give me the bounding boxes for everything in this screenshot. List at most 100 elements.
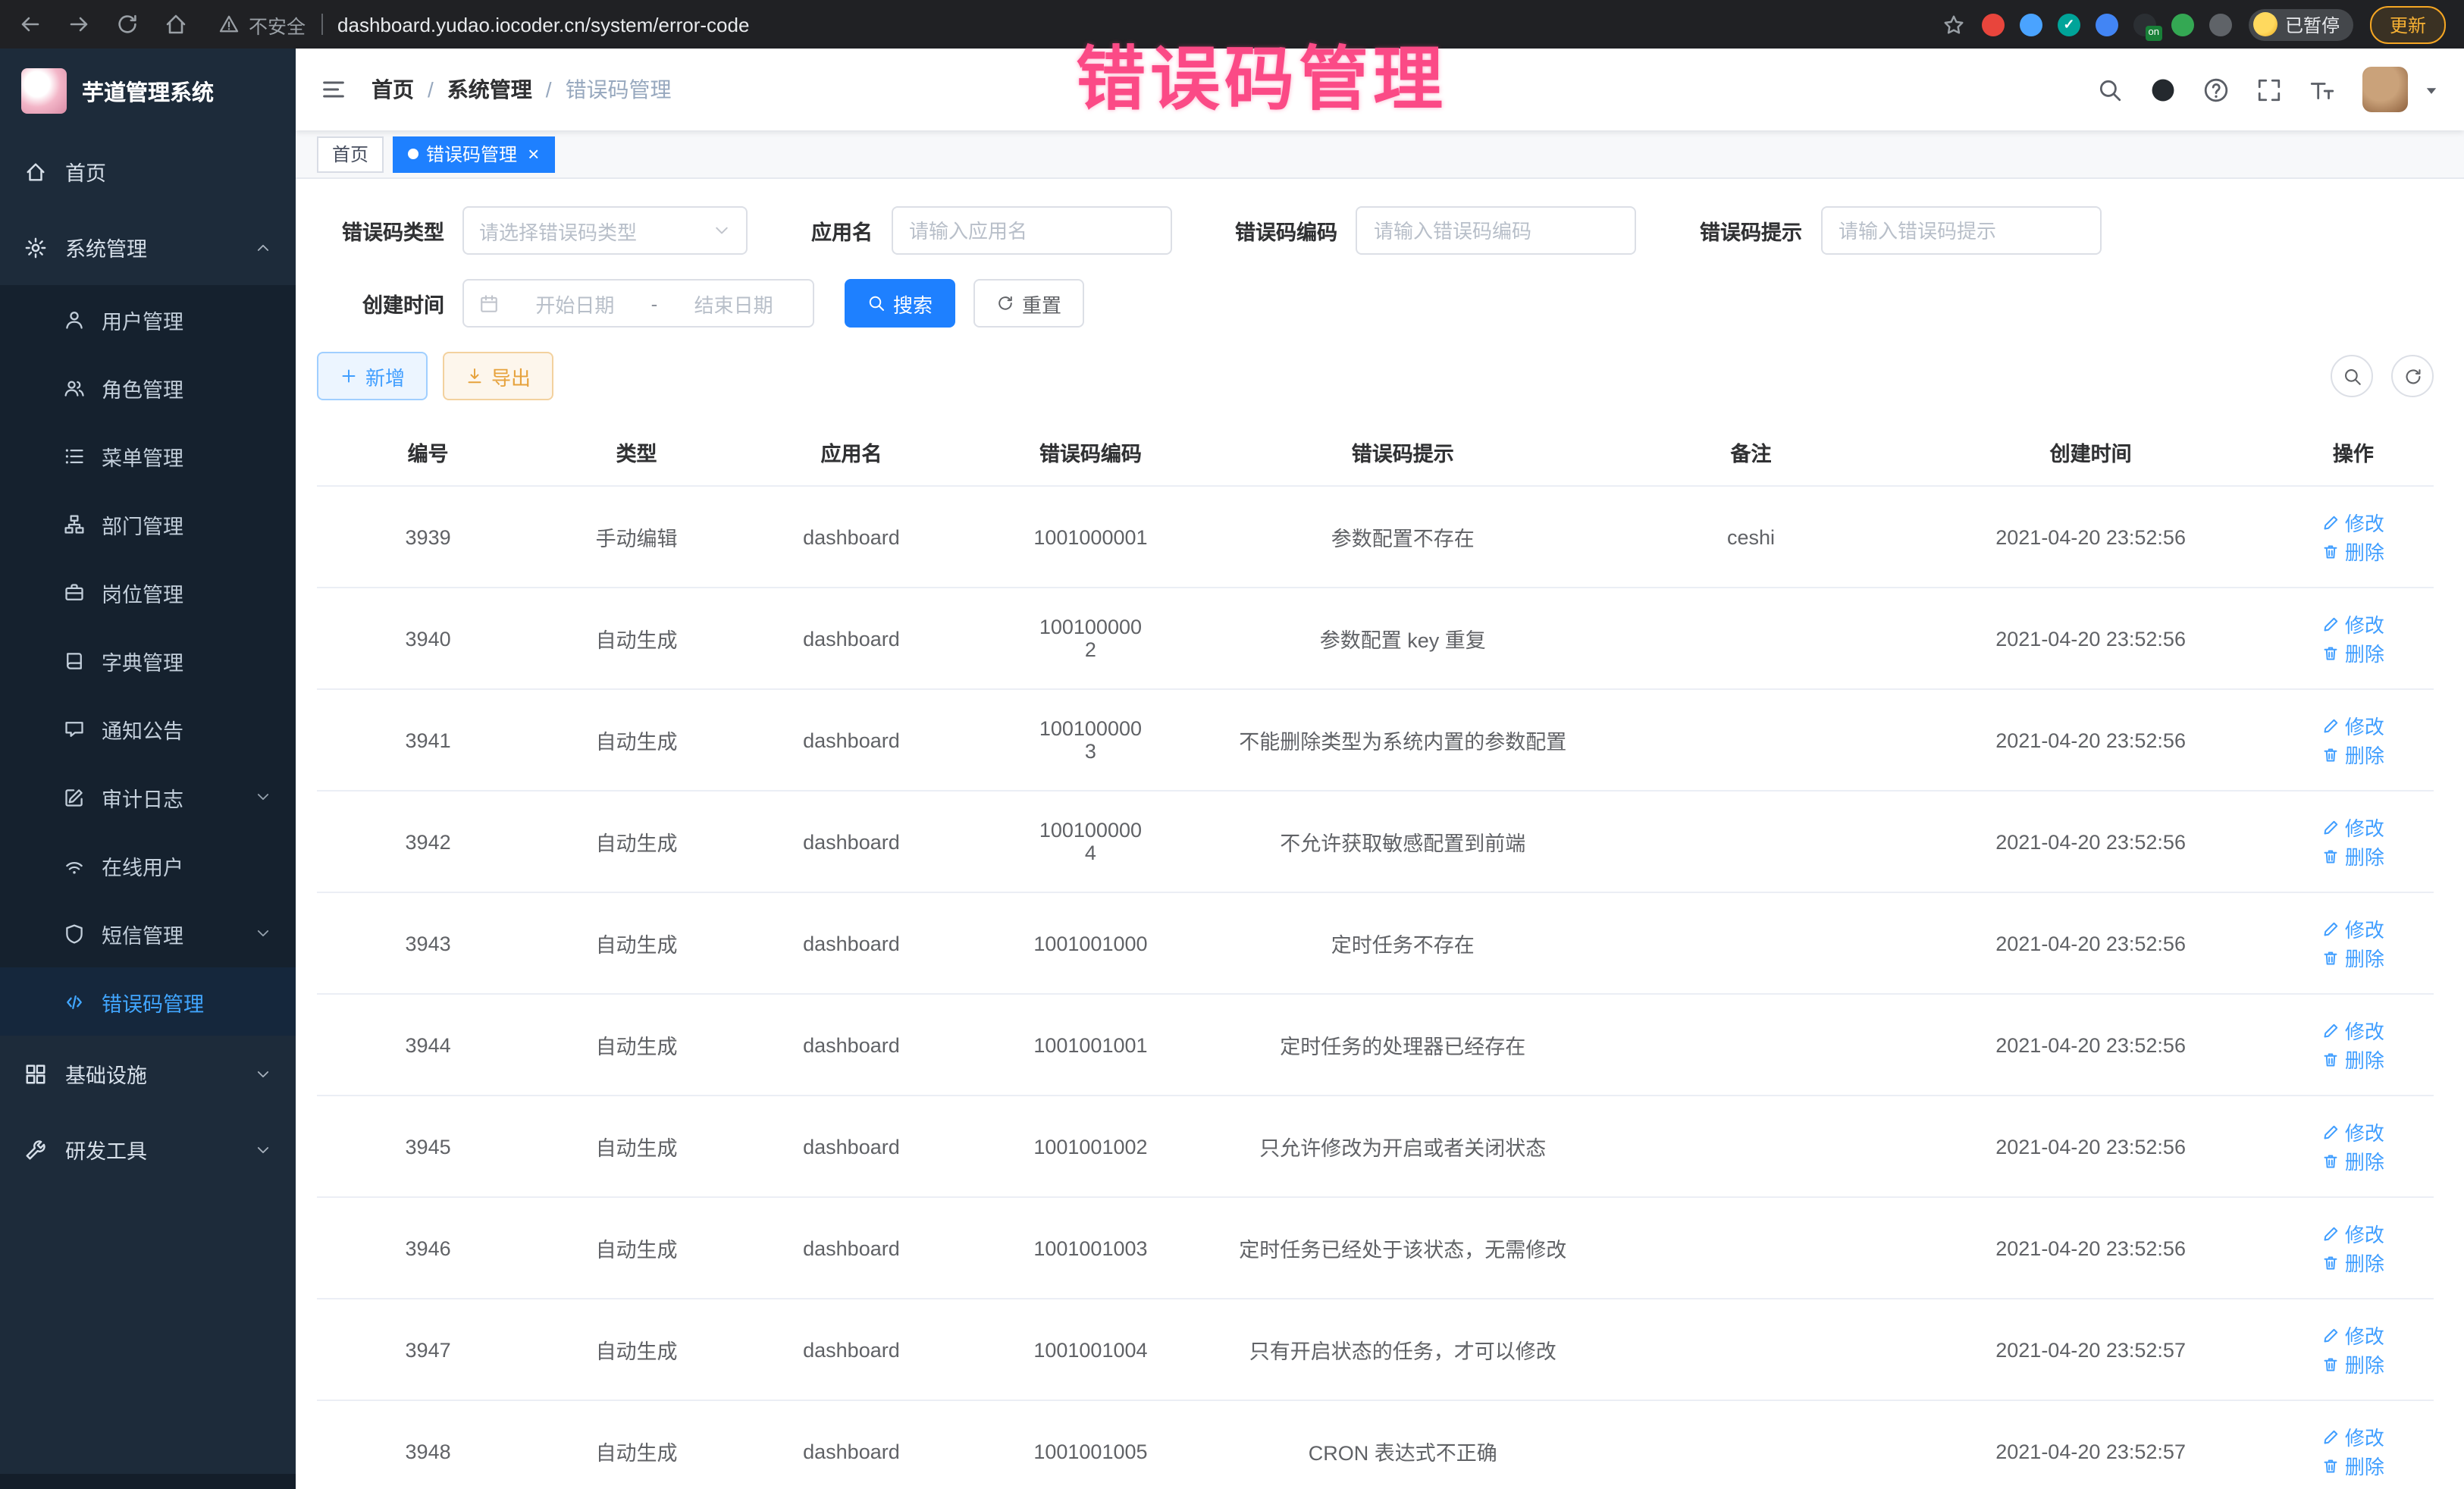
cell-remark [1594, 994, 1909, 1096]
sidebar-item[interactable]: 系统管理 [0, 209, 296, 285]
help-icon[interactable] [2203, 77, 2229, 102]
logo-row[interactable]: 芋道管理系统 [0, 49, 296, 133]
user-avatar[interactable] [2362, 67, 2408, 112]
cell-time: 2021-04-20 23:52:56 [1909, 1197, 2273, 1299]
pin-extension-icon[interactable] [2209, 13, 2232, 36]
delete-link[interactable]: 删除 [2322, 1045, 2384, 1074]
proxy-extension-icon[interactable]: on [2133, 13, 2156, 36]
edit-link[interactable]: 修改 [2322, 610, 2384, 638]
sidebar-item[interactable]: 短信管理 [0, 899, 296, 967]
sidebar-item[interactable]: 字典管理 [0, 626, 296, 694]
bookmark-star-icon[interactable] [1942, 13, 1965, 36]
breadcrumb-home[interactable]: 首页 [371, 74, 414, 105]
edit-link[interactable]: 修改 [2322, 508, 2384, 537]
edit-link[interactable]: 修改 [2322, 1219, 2384, 1248]
delete-link[interactable]: 删除 [2322, 842, 2384, 870]
cell-type: 自动生成 [539, 1299, 734, 1400]
edit-link[interactable]: 修改 [2322, 1422, 2384, 1451]
edit-link[interactable]: 修改 [2322, 1016, 2384, 1045]
github-icon[interactable] [2150, 77, 2176, 102]
sidebar-item[interactable]: 研发工具 [0, 1111, 296, 1187]
browser-update-button[interactable]: 更新 [2370, 5, 2446, 43]
delete-link[interactable]: 删除 [2322, 943, 2384, 972]
delete-link[interactable]: 删除 [2322, 638, 2384, 667]
edit-icon [2322, 615, 2340, 633]
column-header: 操作 [2273, 418, 2434, 486]
delete-link[interactable]: 删除 [2322, 740, 2384, 769]
delete-link[interactable]: 删除 [2322, 1451, 2384, 1480]
chevron-down-icon [713, 221, 731, 240]
edit-link[interactable]: 修改 [2322, 813, 2384, 842]
picker-extension-icon[interactable] [2020, 13, 2042, 36]
profile-paused-badge[interactable]: 已暂停 [2249, 8, 2353, 40]
cell-code: 100100000 4 [969, 791, 1212, 892]
breadcrumb-system[interactable]: 系统管理 [447, 74, 532, 105]
font-size-icon[interactable] [2309, 77, 2335, 102]
record-extension-icon[interactable] [1982, 13, 2005, 36]
leaf-extension-icon[interactable] [2171, 13, 2194, 36]
back-icon[interactable] [18, 12, 42, 36]
caret-down-icon[interactable] [2423, 81, 2440, 98]
sidebar-footer [0, 1474, 296, 1489]
refresh-icon [996, 294, 1014, 312]
cell-actions: 修改删除 [2273, 994, 2434, 1096]
reset-button[interactable]: 重置 [973, 279, 1084, 328]
sidebar-item[interactable]: 角色管理 [0, 353, 296, 422]
hamburger-icon[interactable] [320, 76, 347, 103]
logo-title: 芋道管理系统 [82, 75, 214, 107]
app-name-input[interactable] [891, 206, 1171, 255]
apps-grid-extension-icon[interactable] [2096, 13, 2118, 36]
cell-remark [1594, 689, 1909, 791]
error-code-input[interactable] [1356, 206, 1636, 255]
delete-link[interactable]: 删除 [2322, 537, 2384, 566]
browser-home-icon[interactable] [164, 12, 188, 36]
refresh-table-button[interactable] [2391, 355, 2434, 397]
check-extension-icon[interactable]: ✓ [2058, 13, 2080, 36]
add-button[interactable]: 新增 [317, 352, 428, 400]
close-tag-icon[interactable]: × [528, 144, 539, 164]
search-icon [2342, 366, 2362, 386]
delete-link[interactable]: 删除 [2322, 1248, 2384, 1277]
browser-right-controls: ✓ on 已暂停 更新 [1942, 5, 2446, 43]
sidebar-item[interactable]: 基础设施 [0, 1036, 296, 1111]
sidebar-item[interactable]: 通知公告 [0, 694, 296, 763]
cell-code: 1001001001 [969, 994, 1212, 1096]
tag-error-code[interactable]: 错误码管理 × [393, 136, 554, 172]
sidebar-item[interactable]: 在线用户 [0, 831, 296, 899]
screen: 不安全 dashboard.yudao.iocoder.cn/system/er… [0, 0, 2464, 1489]
sidebar-item[interactable]: 部门管理 [0, 490, 296, 558]
sidebar-item[interactable]: 岗位管理 [0, 558, 296, 626]
export-button[interactable]: 导出 [443, 352, 553, 400]
edit-link[interactable]: 修改 [2322, 1118, 2384, 1146]
search-button[interactable]: 搜索 [845, 279, 955, 328]
error-message-input[interactable] [1820, 206, 2101, 255]
tag-home[interactable]: 首页 [317, 136, 384, 172]
error-code-table: 编号类型应用名错误码编码错误码提示备注创建时间操作 3939手动编辑dashbo… [317, 418, 2434, 1489]
chevron-down-icon [255, 1065, 271, 1082]
fullscreen-icon[interactable] [2256, 77, 2282, 102]
table-row: 3941自动生成dashboard100100000 3不能删除类型为系统内置的… [317, 689, 2434, 791]
edit-link[interactable]: 修改 [2322, 711, 2384, 740]
delete-link[interactable]: 删除 [2322, 1350, 2384, 1378]
breadcrumb-current: 错误码管理 [566, 74, 672, 105]
sidebar-item[interactable]: 审计日志 [0, 763, 296, 831]
search-icon[interactable] [2097, 77, 2123, 102]
sidebar-item-label: 用户管理 [102, 304, 271, 334]
sidebar-item[interactable]: 菜单管理 [0, 422, 296, 490]
logo-image [21, 68, 67, 114]
edit-link[interactable]: 修改 [2322, 1321, 2384, 1350]
refresh-icon [2403, 366, 2422, 386]
address-bar[interactable]: 不安全 dashboard.yudao.iocoder.cn/system/er… [218, 10, 749, 39]
forward-icon[interactable] [67, 12, 91, 36]
toggle-search-button[interactable] [2331, 355, 2373, 397]
create-time-range-picker[interactable]: 开始日期 - 结束日期 [462, 279, 814, 328]
sidebar-item[interactable]: 错误码管理 [0, 967, 296, 1036]
delete-link[interactable]: 删除 [2322, 1146, 2384, 1175]
sidebar-item[interactable]: 用户管理 [0, 285, 296, 353]
cell-time: 2021-04-20 23:52:56 [1909, 994, 2273, 1096]
edit-link[interactable]: 修改 [2322, 914, 2384, 943]
table-row: 3948自动生成dashboard1001001005CRON 表达式不正确20… [317, 1400, 2434, 1489]
sidebar-item[interactable]: 首页 [0, 133, 296, 209]
reload-icon[interactable] [115, 12, 140, 36]
error-type-select[interactable]: 请选择错误码类型 [462, 206, 748, 255]
